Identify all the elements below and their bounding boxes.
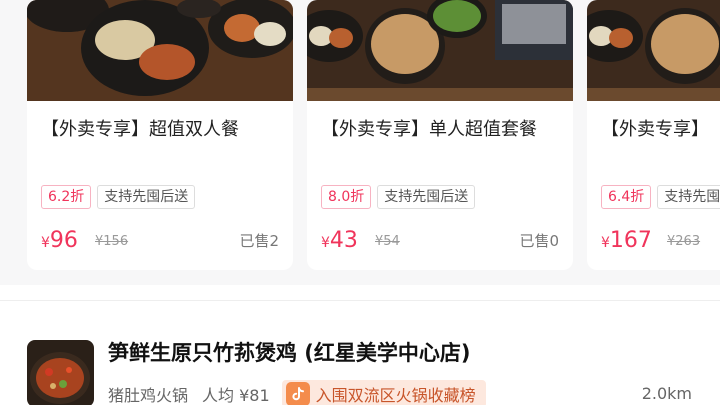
deal-photo xyxy=(27,0,293,101)
discount-badge: 6.4折 xyxy=(601,185,652,209)
shop-thumbnail[interactable] xyxy=(27,340,94,405)
original-price: ¥54 xyxy=(375,234,400,249)
service-tag: 支持先囤后送 xyxy=(97,185,196,209)
deal-title: 【外卖专享】超值双人餐 xyxy=(41,119,239,140)
deal-card[interactable]: 【外卖专享】 6.4折 支持先囤后送 ¥167 ¥263 xyxy=(587,0,720,270)
discount-badge: 8.0折 xyxy=(321,185,372,209)
deal-price: ¥167 xyxy=(601,228,652,253)
original-price: ¥156 xyxy=(95,234,129,249)
douyin-logo-icon xyxy=(285,382,310,405)
service-tag: 支持先囤后送 xyxy=(657,185,720,209)
deal-price: ¥96 xyxy=(41,228,78,253)
sold-count: 已售2 xyxy=(239,232,279,250)
deal-price: ¥43 xyxy=(321,228,358,253)
deal-title: 【外卖专享】单人超值套餐 xyxy=(321,119,537,140)
service-tag: 支持先囤后送 xyxy=(377,185,476,209)
shop-list-item[interactable]: 笋鲜生原只竹荪煲鸡 (红星美学中心店) 猪肚鸡火锅 人均 ¥81 入围双流区火锅… xyxy=(0,302,720,405)
original-price: ¥263 xyxy=(667,234,701,249)
deal-tags: 6.2折 支持先囤后送 xyxy=(41,185,196,209)
deal-photo xyxy=(587,0,720,101)
shop-name[interactable]: 笋鲜生原只竹荪煲鸡 (红星美学中心店) xyxy=(108,338,471,368)
discount-badge: 6.2折 xyxy=(41,185,92,209)
deal-tags: 8.0折 支持先囤后送 xyxy=(321,185,476,209)
price-row: ¥43 ¥54 已售0 xyxy=(321,226,559,256)
shop-distance: 2.0km xyxy=(641,384,692,403)
deal-title: 【外卖专享】 xyxy=(601,119,709,140)
shop-avg-price: 人均 ¥81 xyxy=(202,386,270,405)
sold-count: 已售0 xyxy=(519,232,559,250)
price-row: ¥96 ¥156 已售2 xyxy=(41,226,279,256)
deal-carousel[interactable]: 【外卖专享】超值双人餐 6.2折 支持先囤后送 ¥96 ¥156 已售2 【外卖… xyxy=(0,0,720,285)
deal-card[interactable]: 【外卖专享】超值双人餐 6.2折 支持先囤后送 ¥96 ¥156 已售2 xyxy=(27,0,293,270)
price-row: ¥167 ¥263 xyxy=(601,226,720,256)
shop-meta: 猪肚鸡火锅 人均 ¥81 入围双流区火锅收藏榜 xyxy=(108,380,486,405)
deal-card[interactable]: 【外卖专享】单人超值套餐 8.0折 支持先囤后送 ¥43 ¥54 已售0 xyxy=(307,0,573,270)
rank-badge-text: 入围双流区火锅收藏榜 xyxy=(315,386,476,405)
deal-tags: 6.4折 支持先囤后送 xyxy=(601,185,720,209)
section-divider xyxy=(0,300,720,301)
shop-category: 猪肚鸡火锅 xyxy=(108,386,189,405)
deal-photo xyxy=(307,0,573,101)
rank-badge[interactable]: 入围双流区火锅收藏榜 xyxy=(281,380,486,405)
